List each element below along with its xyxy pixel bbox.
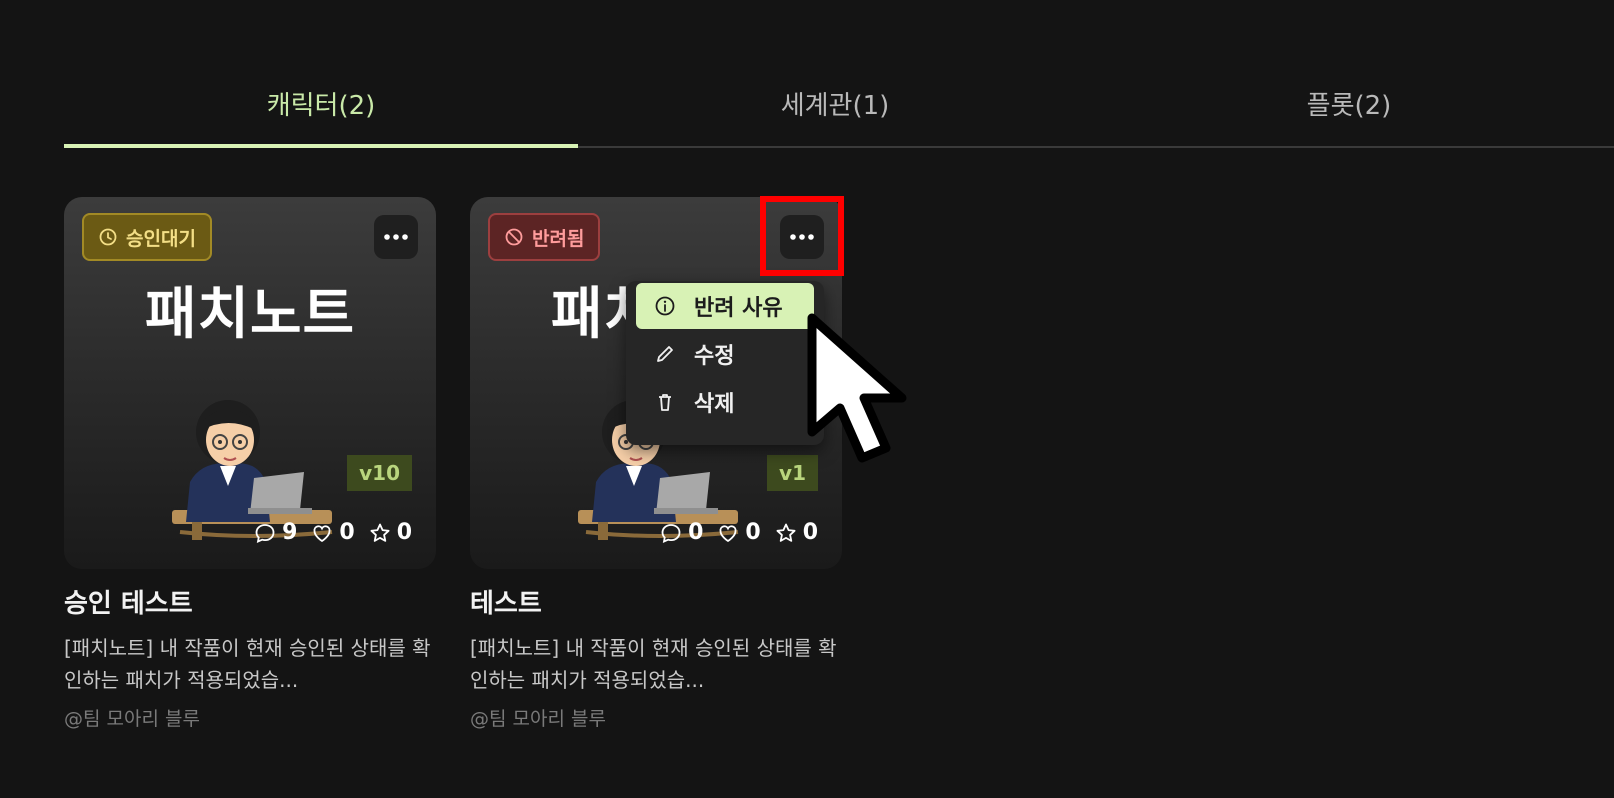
mouse-cursor-icon [807,313,907,463]
card-name[interactable]: 테스트 [470,583,842,620]
star-icon [776,523,796,542]
heart-icon [313,524,331,542]
comments-stat: 9 [254,520,297,545]
status-badge-label: 반려됨 [532,227,585,250]
stars-count: 0 [396,520,412,545]
menu-item-delete[interactable]: 삭제 [636,379,814,425]
character-card[interactable]: 승인대기 패치노트 v10 9 0 0 승인 테스트 [패치노트] 내 작품이 … [64,197,436,731]
tab-bar: 캐릭터(2) 세계관(1) 플롯(2) [64,60,1614,148]
heart-icon [719,524,737,542]
more-options-button[interactable] [374,215,418,259]
likes-stat: 0 [717,520,761,545]
menu-item-label: 수정 [694,344,735,369]
card-author[interactable]: @팀 모아리 블루 [470,704,842,731]
card-author[interactable]: @팀 모아리 블루 [64,704,436,731]
tab-characters[interactable]: 캐릭터(2) [64,60,578,146]
card-stats: 0 0 0 [660,520,818,545]
pencil-icon [657,346,673,362]
card-thumbnail[interactable]: 승인대기 패치노트 v10 9 0 0 [64,197,436,569]
card-stats: 9 0 0 [254,520,412,545]
tab-plots[interactable]: 플롯(2) [1092,60,1606,146]
more-icon [384,234,408,240]
character-illustration [172,400,333,540]
status-badge-label: 승인대기 [126,227,196,250]
comment-icon [661,523,681,543]
menu-item-label: 반려 사유 [694,296,783,321]
card-description: [패치노트] 내 작품이 현재 승인된 상태를 확인하는 패치가 적용되었습..… [470,636,837,692]
version-badge: v10 [347,455,412,491]
stars-stat: 0 [775,520,818,545]
stars-stat: 0 [369,520,412,545]
stars-count: 0 [802,520,818,545]
likes-stat: 0 [311,520,355,545]
card-options-menu: 반려 사유 수정 삭제 [626,281,824,445]
clock-icon [99,228,117,246]
thumbnail-title: 패치노트 [144,282,356,347]
menu-item-rejection-reason[interactable]: 반려 사유 [636,283,814,329]
card-name[interactable]: 승인 테스트 [64,583,436,620]
highlight-box [760,196,844,276]
card-description: [패치노트] 내 작품이 현재 승인된 상태를 확인하는 패치가 적용되었습..… [64,636,431,692]
menu-item-edit[interactable]: 수정 [636,331,814,377]
likes-count: 0 [745,520,761,545]
status-badge: 승인대기 [82,213,212,261]
comments-stat: 0 [660,520,703,545]
menu-item-label: 삭제 [694,392,735,417]
comments-count: 9 [282,520,298,545]
trash-icon [659,394,671,411]
comments-count: 0 [688,520,704,545]
likes-count: 0 [339,520,355,545]
character-card[interactable]: 반려됨 패치노트 v1 0 [470,197,842,731]
status-badge: 반려됨 [488,213,601,261]
ban-icon [505,228,523,246]
tab-worlds[interactable]: 세계관(1) [578,60,1092,146]
comment-icon [255,523,275,543]
active-tab-indicator [64,144,578,148]
star-icon [370,523,390,542]
info-icon [655,296,675,316]
